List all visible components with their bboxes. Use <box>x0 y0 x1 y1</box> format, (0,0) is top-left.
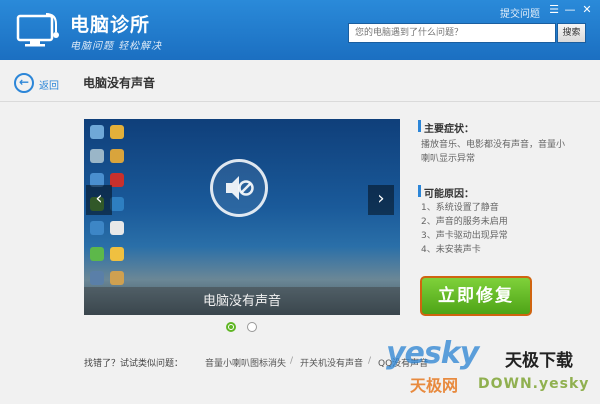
menu-icon[interactable]: ☰ <box>547 3 561 17</box>
section-marker <box>418 185 421 197</box>
similar-link[interactable]: 开关机没有声音 <box>300 356 363 369</box>
mute-speaker-icon <box>210 159 268 217</box>
watermark-brand-cn: 天极下载 <box>505 351 573 371</box>
slide-caption: 电脑没有声音 <box>202 294 281 309</box>
causes-list: 1、系统设置了静音 2、声音的服务未启用 3、声卡驱动出现异常 4、未安装声卡 <box>421 201 508 257</box>
search-button[interactable]: 搜索 <box>557 23 586 43</box>
desktop-icon <box>90 221 104 235</box>
desktop-icon <box>110 221 124 235</box>
slide-dot[interactable] <box>247 322 257 332</box>
feedback-link[interactable]: 提交问题 <box>500 5 540 20</box>
slide-dot-active[interactable] <box>226 322 236 332</box>
page-title: 电脑没有声音 <box>83 76 156 90</box>
watermark-brand: yesky <box>386 336 479 371</box>
divider <box>0 101 600 102</box>
close-icon[interactable]: ✕ <box>580 3 594 17</box>
search-input[interactable] <box>348 23 556 43</box>
cause-item: 4、未安装声卡 <box>421 245 481 255</box>
desktop-icon <box>110 271 124 285</box>
watermark-domain: DOWN.yesky <box>478 376 590 392</box>
desktop-icon <box>110 247 124 261</box>
monitor-stethoscope-icon <box>16 13 59 47</box>
desktop-icon <box>110 197 124 211</box>
slide-prev-button[interactable]: ‹ <box>86 185 112 215</box>
back-arrow-icon[interactable]: ← <box>14 73 34 93</box>
desktop-icon <box>90 271 104 285</box>
desktop-icon <box>110 173 124 187</box>
desktop-icon <box>110 125 124 139</box>
app-slogan: 电脑问题 轻松解决 <box>70 41 163 52</box>
section-marker <box>418 120 421 132</box>
desktop-icon <box>90 149 104 163</box>
desktop-icon <box>110 149 124 163</box>
symptom-slide: ‹ › 电脑没有声音 <box>84 119 400 315</box>
minimize-icon[interactable]: — <box>563 3 577 17</box>
cause-item: 1、系统设置了静音 <box>421 203 499 213</box>
cause-item: 2、声音的服务未启用 <box>421 217 508 227</box>
symptoms-heading: 主要症状： <box>424 124 474 135</box>
separator: / <box>368 356 372 366</box>
fix-now-button[interactable]: 立即修复 <box>420 276 532 316</box>
cause-item: 3、声卡驱动出现异常 <box>421 231 508 241</box>
app-header: 电脑诊所 电脑问题 轻松解决 提交问题 ☰ — ✕ 搜索 <box>0 0 600 60</box>
symptoms-text: 播放音乐、电影都没有声音，音量小喇叭显示异常 <box>421 140 566 164</box>
slide-next-button[interactable]: › <box>368 185 394 215</box>
watermark-site: 天极网 <box>410 376 459 395</box>
causes-heading: 可能原因： <box>424 189 474 200</box>
similar-label: 找错了？试试类似问题： <box>84 359 184 369</box>
desktop-icon <box>90 125 104 139</box>
similar-link[interactable]: 音量小喇叭图标消失 <box>205 356 286 369</box>
separator: / <box>290 356 294 366</box>
app-title: 电脑诊所 <box>70 14 151 36</box>
back-link[interactable]: 返回 <box>39 77 59 92</box>
desktop-icon <box>90 247 104 261</box>
